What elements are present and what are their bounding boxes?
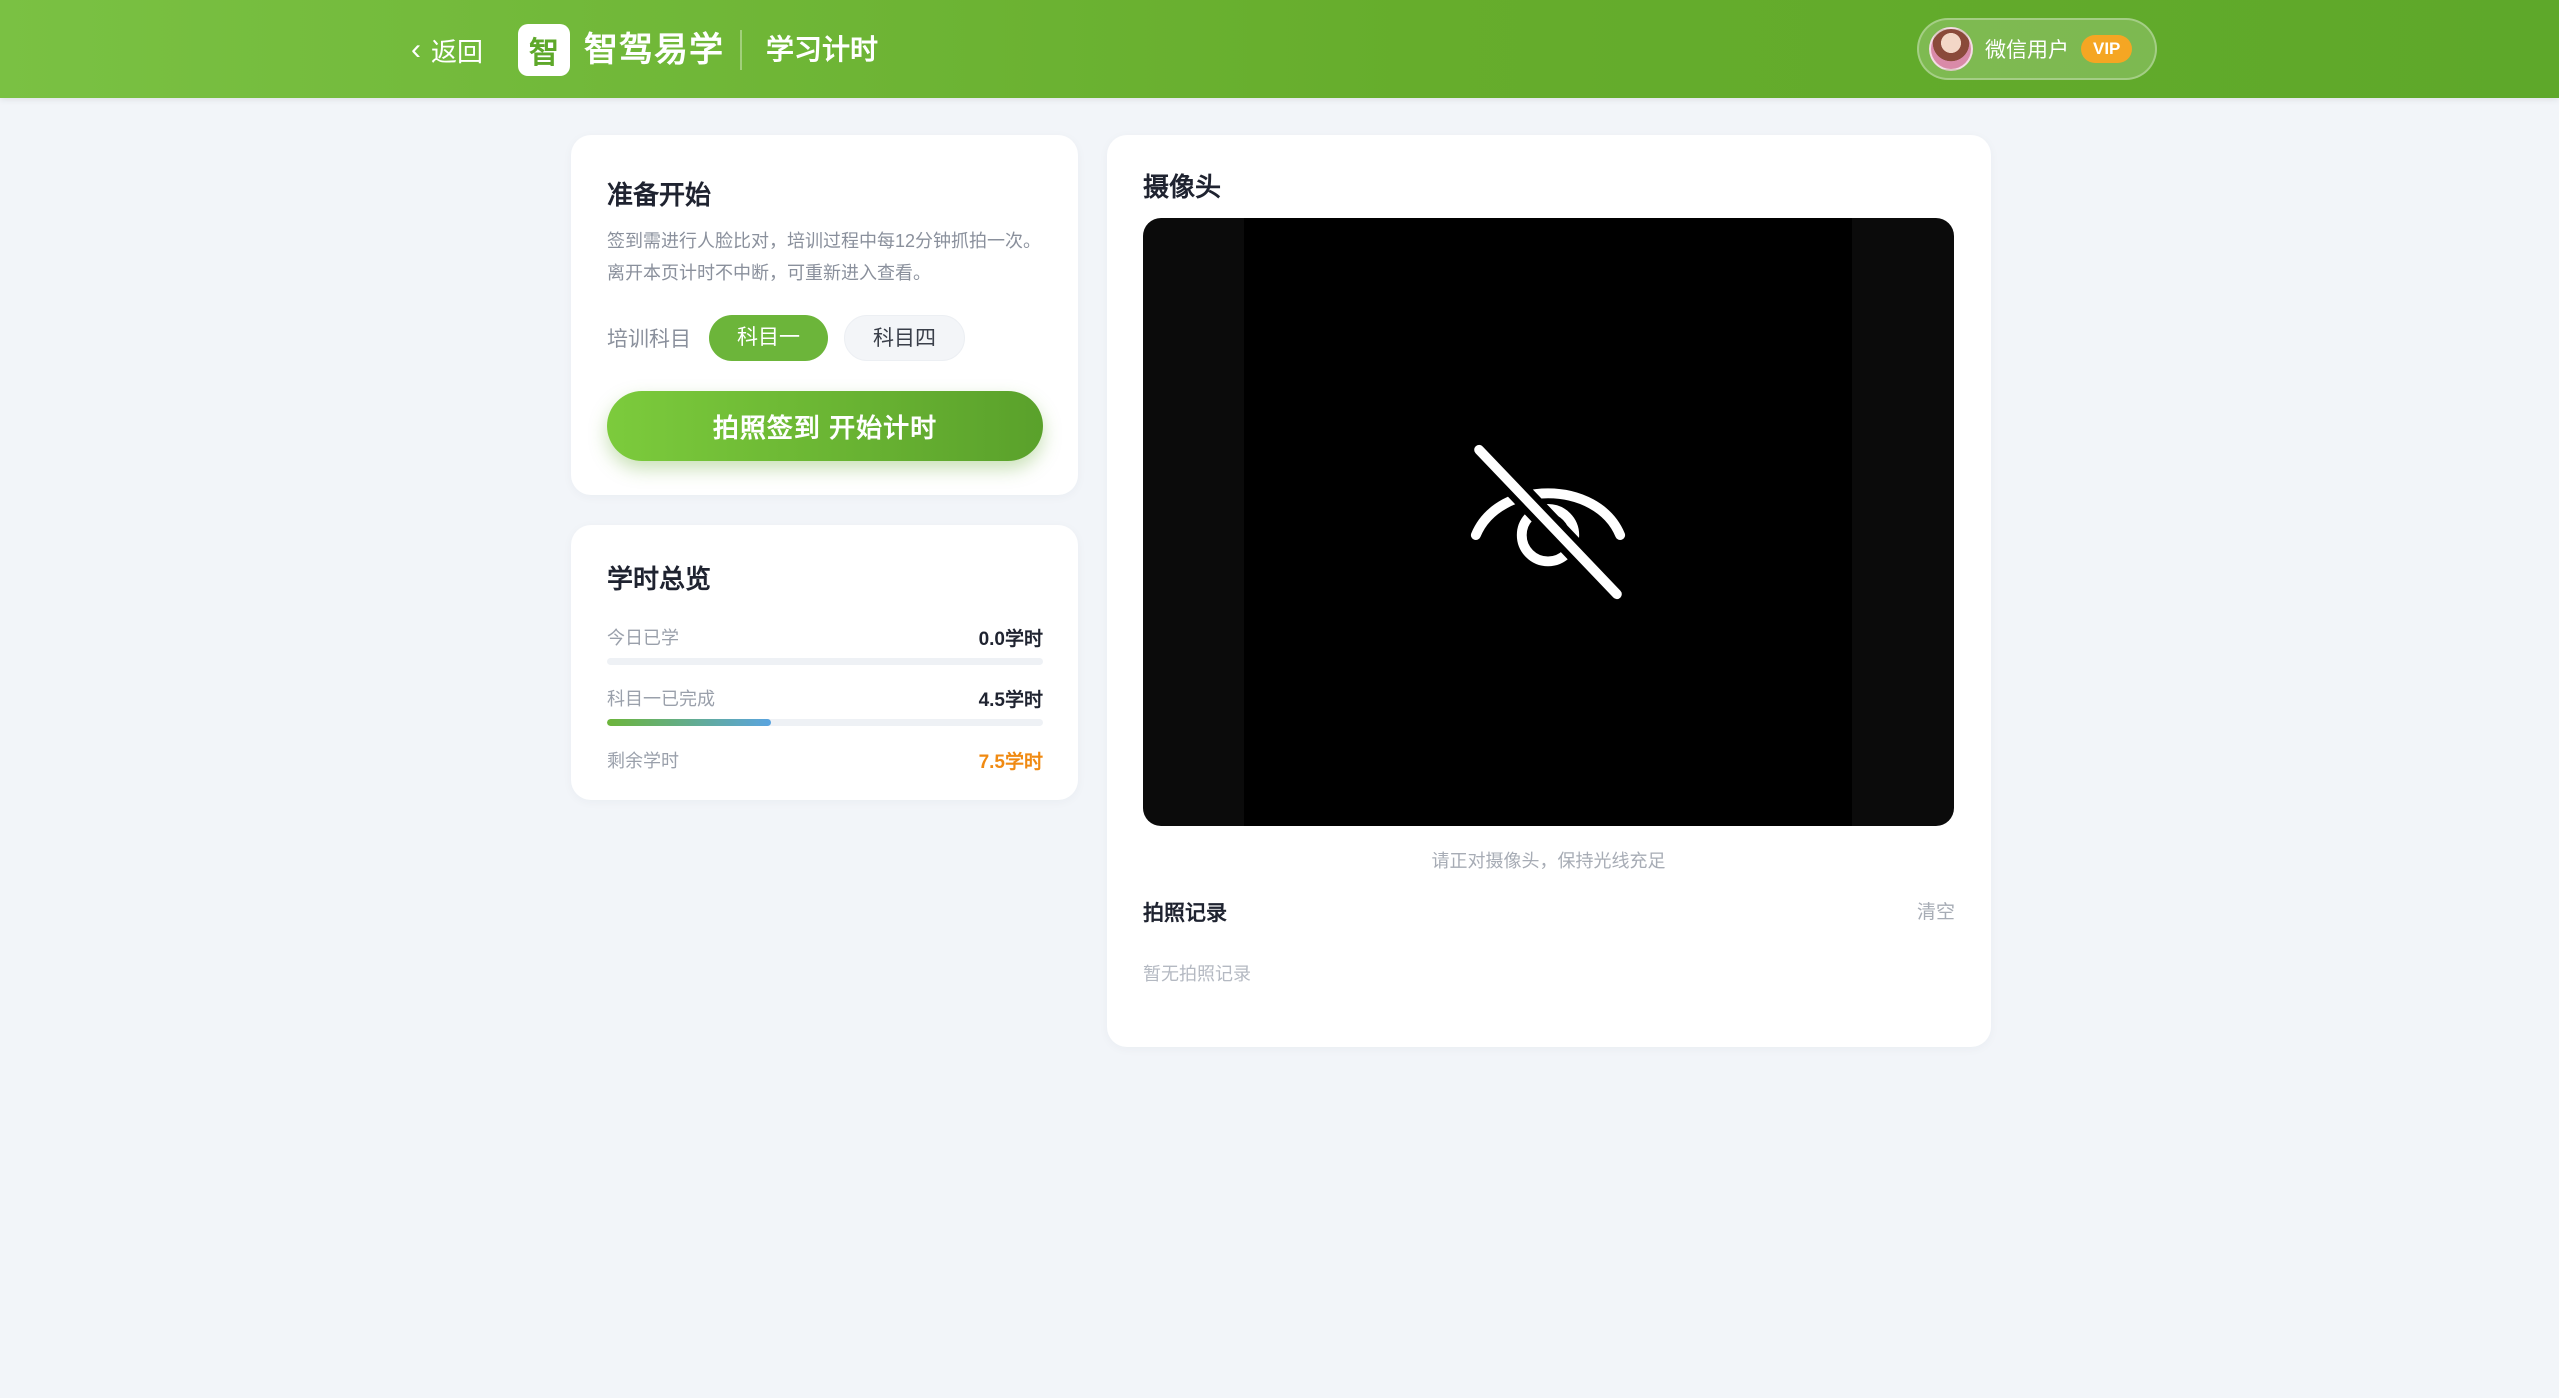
completed-progress-bar [607,719,1043,726]
back-label: 返回 [431,36,484,67]
brand-name: 智驾易学 [584,31,724,69]
page-title: 学习计时 [766,34,879,65]
stat-remaining-label: 剩余学时 [607,751,679,771]
top-header: ‹ 返回 智 智驾易学 学习计时 微信用户 VIP [0,0,2559,98]
header-divider [740,30,742,70]
logo-char: 智 [529,37,559,70]
subject-chip-1[interactable]: 科目一 [709,315,828,361]
stat-today-label: 今日已学 [607,628,679,648]
stat-remaining: 剩余学时 7.5学时 [607,745,1043,775]
camera-title: 摄像头 [1143,172,1222,202]
records-empty-text: 暂无拍照记录 [1143,964,1251,984]
clear-records-button[interactable]: 清空 [1917,897,1955,924]
back-button[interactable]: ‹ 返回 [411,30,483,70]
eye-off-icon [1467,440,1629,604]
study-summary-card: 学时总览 今日已学 0.0学时 科目一已完成 4.5学时 剩余学时 7.5学时 [571,525,1078,800]
stat-completed-value: 4.5学时 [978,689,1043,711]
stat-today-value: 0.0学时 [978,628,1043,650]
completed-progress-fill [607,719,771,726]
camera-viewport [1143,218,1954,826]
camera-card: 摄像头 请正对摄像头，保持光线充足 拍照记录 清空 暂无拍照记录 [1107,135,1991,1047]
summary-title: 学时总览 [607,564,712,594]
user-profile-button[interactable]: 微信用户 VIP [1917,18,2157,80]
subject-chip-4[interactable]: 科目四 [844,315,965,361]
stat-remaining-value: 7.5学时 [978,751,1043,773]
chevron-left-icon: ‹ [411,33,421,66]
avatar [1929,27,1973,71]
prepare-card: 准备开始 签到需进行人脸比对，培训过程中每12分钟抓拍一次。 离开本页计时不中断… [571,135,1078,495]
stat-today: 今日已学 0.0学时 [607,622,1043,652]
user-name: 微信用户 [1985,39,2069,62]
checkin-start-button[interactable]: 拍照签到 开始计时 [607,391,1043,461]
today-progress-bar [607,658,1043,665]
photo-records-title: 拍照记录 [1143,902,1227,925]
prepare-description: 签到需进行人脸比对，培训过程中每12分钟抓拍一次。 离开本页计时不中断，可重新进… [607,225,1047,289]
desc-line-2: 离开本页计时不中断，可重新进入查看。 [607,263,931,283]
vip-badge: VIP [2081,35,2133,63]
stat-completed: 科目一已完成 4.5学时 [607,683,1043,713]
desc-line-1: 签到需进行人脸比对，培训过程中每12分钟抓拍一次。 [607,231,1042,251]
app-logo: 智 [518,24,570,76]
prepare-title: 准备开始 [607,180,712,210]
subject-label: 培训科目 [607,328,691,351]
subject-selector: 培训科目 科目一 科目四 [607,315,965,361]
camera-hint: 请正对摄像头，保持光线充足 [1431,851,1666,871]
stat-completed-label: 科目一已完成 [607,689,715,709]
